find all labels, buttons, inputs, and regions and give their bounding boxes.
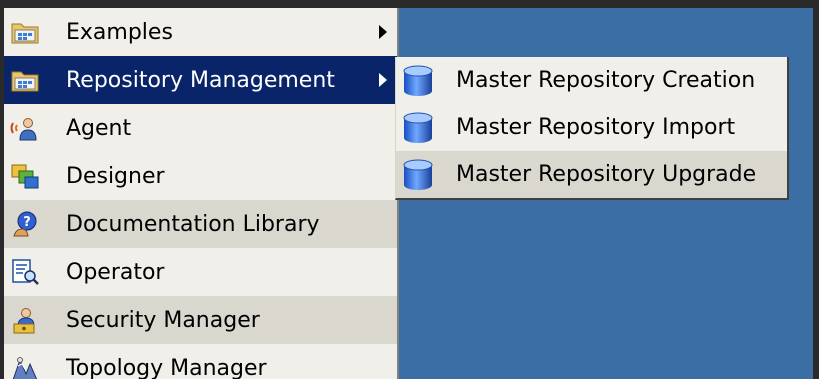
folder-icon xyxy=(10,65,40,95)
submenu-item-label: Master Repository Upgrade xyxy=(456,162,757,187)
menu-item-label: Designer xyxy=(66,163,165,189)
submenu-item-label: Master Repository Creation xyxy=(456,68,756,93)
window-frame-top xyxy=(0,0,819,8)
submenu-item-master-repository-import[interactable]: Master Repository Import xyxy=(396,104,787,151)
menu-item-designer[interactable]: Designer xyxy=(4,152,397,200)
svg-text:?: ? xyxy=(23,215,31,230)
designer-icon xyxy=(10,161,40,191)
topology-icon xyxy=(10,353,40,379)
submenu-arrow-icon xyxy=(379,73,387,87)
repository-management-submenu: Master Repository Creation Master Reposi… xyxy=(395,57,789,200)
menu-item-operator[interactable]: Operator xyxy=(4,248,397,296)
agent-icon xyxy=(10,113,40,143)
menu-item-security-manager[interactable]: Security Manager xyxy=(4,296,397,344)
menu-item-topology-manager[interactable]: Topology Manager xyxy=(4,344,397,379)
submenu-item-label: Master Repository Import xyxy=(456,115,736,140)
menu-item-examples[interactable]: Examples xyxy=(4,8,397,56)
menu-item-label: Operator xyxy=(66,259,165,285)
desktop: Examples Repository Management Agent Des… xyxy=(0,0,819,379)
database-icon xyxy=(402,158,434,192)
submenu-item-master-repository-upgrade[interactable]: Master Repository Upgrade xyxy=(396,151,787,198)
database-icon xyxy=(402,111,434,145)
submenu-arrow-icon xyxy=(379,25,387,39)
help-icon: ? xyxy=(10,209,40,239)
database-icon xyxy=(402,64,434,98)
security-icon xyxy=(10,305,40,335)
menu-item-label: Repository Management xyxy=(66,67,335,93)
folder-icon xyxy=(10,17,40,47)
menu-item-agent[interactable]: Agent xyxy=(4,104,397,152)
menu-item-label: Documentation Library xyxy=(66,211,320,237)
window-frame-right xyxy=(813,0,819,379)
menu-item-repository-management[interactable]: Repository Management xyxy=(4,56,397,104)
operator-icon xyxy=(10,257,40,287)
start-menu-panel: Examples Repository Management Agent Des… xyxy=(4,8,399,379)
menu-item-label: Security Manager xyxy=(66,307,260,333)
menu-item-label: Examples xyxy=(66,19,173,45)
menu-item-label: Topology Manager xyxy=(66,355,267,379)
menu-item-label: Agent xyxy=(66,115,132,141)
menu-item-documentation-library[interactable]: ? Documentation Library xyxy=(4,200,397,248)
submenu-item-master-repository-creation[interactable]: Master Repository Creation xyxy=(396,57,787,104)
